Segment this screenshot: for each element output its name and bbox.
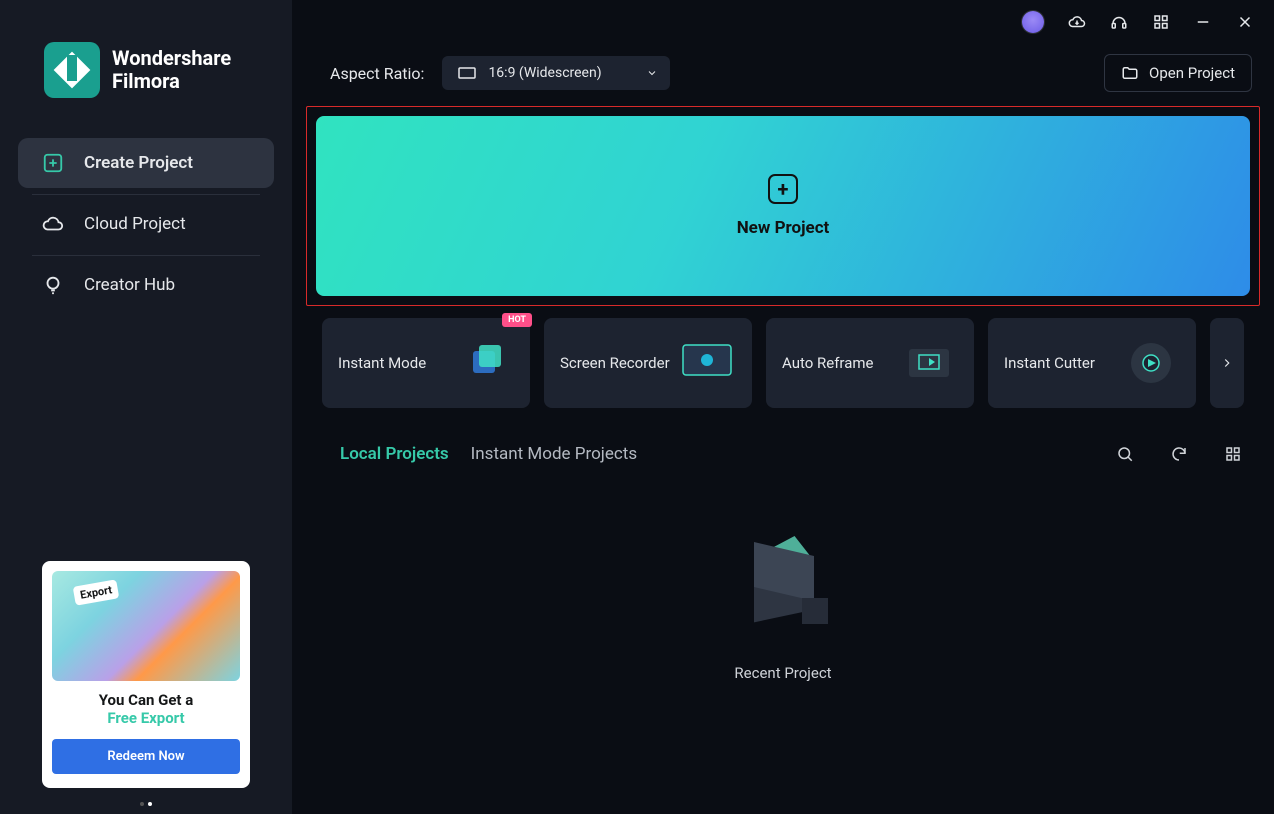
aspect-ratio-select[interactable]: 16:9 (Widescreen) [442, 56, 670, 90]
chevron-down-icon [646, 67, 658, 79]
new-project-button[interactable]: + New Project [316, 116, 1250, 296]
folder-icon [1121, 64, 1139, 82]
refresh-icon[interactable] [1170, 445, 1188, 463]
tab-local-projects[interactable]: Local Projects [340, 444, 449, 464]
divider [32, 255, 260, 256]
cloud-icon [42, 213, 64, 235]
redeem-button[interactable]: Redeem Now [52, 739, 240, 774]
mode-label: Instant Cutter [1004, 354, 1095, 372]
chevron-right-icon [1220, 356, 1234, 370]
sidebar-item-creator-hub[interactable]: Creator Hub [18, 260, 274, 310]
mode-instant-mode[interactable]: Instant Mode HOT [322, 318, 530, 408]
main: Aspect Ratio: 16:9 (Widescreen) Open Pro… [292, 0, 1274, 814]
cube-icon [461, 339, 509, 387]
empty-label: Recent Project [734, 664, 831, 682]
monitor-icon [681, 343, 733, 383]
logo-text: Wondershare Filmora [112, 47, 231, 93]
mode-instant-cutter[interactable]: Instant Cutter [988, 318, 1196, 408]
mode-scroll-right[interactable] [1210, 318, 1244, 408]
new-project-label: New Project [737, 218, 830, 238]
project-tabs: Local Projects Instant Mode Projects [302, 408, 1264, 464]
carousel-dots[interactable] [140, 802, 152, 806]
instant-illustration [456, 334, 514, 392]
reframe-illustration [900, 334, 958, 392]
highlight-box: + New Project [306, 106, 1260, 306]
cloud-download-icon[interactable] [1068, 13, 1086, 31]
content: + New Project Instant Mode HOT Screen Re… [292, 104, 1274, 814]
aspect-ratio-value: 16:9 (Widescreen) [488, 65, 601, 81]
app-logo: Wondershare Filmora [44, 42, 274, 98]
titlebar [292, 0, 1274, 44]
search-icon[interactable] [1116, 445, 1134, 463]
sidebar-item-label: Creator Hub [84, 275, 175, 295]
plus-icon: + [768, 174, 798, 204]
plus-square-icon [42, 152, 64, 174]
promo-image [52, 571, 240, 681]
mode-auto-reframe[interactable]: Auto Reframe [766, 318, 974, 408]
grid-view-icon[interactable] [1224, 445, 1242, 463]
recorder-illustration [678, 334, 736, 392]
sidebar-item-create-project[interactable]: Create Project [18, 138, 274, 188]
empty-state: Recent Project [302, 464, 1264, 814]
topbar: Aspect Ratio: 16:9 (Widescreen) Open Pro… [292, 44, 1274, 104]
mode-label: Screen Recorder [560, 354, 670, 372]
mode-label: Instant Mode [338, 354, 426, 372]
open-project-label: Open Project [1149, 64, 1235, 82]
promo-line2: Free Export [52, 709, 240, 727]
crop-icon [903, 343, 955, 383]
promo-card: You Can Get a Free Export Redeem Now [42, 561, 250, 788]
hot-badge: HOT [502, 313, 532, 327]
apps-icon[interactable] [1152, 13, 1170, 31]
close-icon[interactable] [1236, 13, 1254, 31]
aspect-ratio-label: Aspect Ratio: [330, 64, 424, 83]
promo-line1: You Can Get a [52, 691, 240, 709]
sidebar-item-label: Cloud Project [84, 214, 186, 234]
sidebar-item-label: Create Project [84, 153, 193, 173]
bulb-icon [42, 274, 64, 296]
sidebar: Wondershare Filmora Create Project Cloud… [0, 0, 292, 814]
empty-box-illustration [728, 536, 838, 646]
avatar[interactable] [1022, 11, 1044, 33]
open-project-button[interactable]: Open Project [1104, 54, 1252, 92]
minimize-icon[interactable] [1194, 13, 1212, 31]
reel-icon [1126, 338, 1176, 388]
mode-label: Auto Reframe [782, 354, 873, 372]
tab-instant-mode-projects[interactable]: Instant Mode Projects [471, 444, 637, 464]
mode-row: Instant Mode HOT Screen Recorder Auto Re… [322, 318, 1254, 408]
mode-screen-recorder[interactable]: Screen Recorder [544, 318, 752, 408]
logo-icon [44, 42, 100, 98]
widescreen-icon [458, 67, 476, 79]
cutter-illustration [1122, 334, 1180, 392]
headphones-icon[interactable] [1110, 13, 1128, 31]
sidebar-item-cloud-project[interactable]: Cloud Project [18, 199, 274, 249]
divider [32, 194, 260, 195]
